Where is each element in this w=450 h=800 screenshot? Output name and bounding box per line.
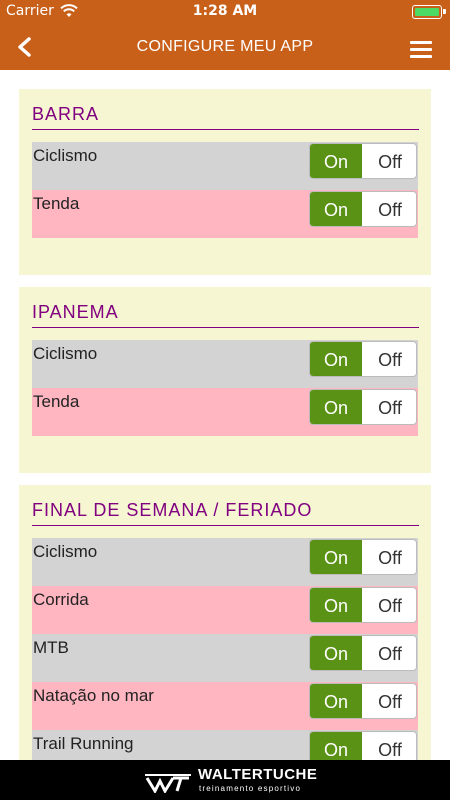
on-button[interactable]: On: [310, 342, 362, 376]
on-button[interactable]: On: [310, 588, 362, 622]
clock: 1:28 AM: [192, 3, 258, 19]
settings-list[interactable]: BARRA Ciclismo On Off Tenda On Off IPANE…: [0, 70, 450, 760]
list-item: Trail Running On Off: [32, 730, 418, 760]
on-off-toggle: On Off: [309, 731, 417, 760]
off-button[interactable]: Off: [362, 636, 416, 670]
on-off-toggle: On Off: [309, 635, 417, 671]
on-off-toggle: On Off: [309, 539, 417, 575]
list-item: Ciclismo On Off: [32, 340, 418, 388]
battery-icon: [412, 5, 446, 19]
section-divider: [32, 525, 419, 526]
list-item: Tenda On Off: [32, 388, 418, 436]
on-off-toggle: On Off: [309, 143, 417, 179]
off-button[interactable]: Off: [362, 144, 416, 178]
on-button[interactable]: On: [310, 390, 362, 424]
section-ipanema: IPANEMA Ciclismo On Off Tenda On Off: [19, 287, 431, 473]
activity-label: MTB: [33, 638, 69, 657]
on-button[interactable]: On: [310, 636, 362, 670]
activity-label: Tenda: [33, 194, 80, 213]
section-final-de-semana: FINAL DE SEMANA / FERIADO Ciclismo On Of…: [19, 485, 431, 760]
on-button[interactable]: On: [310, 540, 362, 574]
activity-label: Corrida: [33, 590, 89, 609]
activity-label: Natação no mar: [33, 686, 154, 705]
on-off-toggle: On Off: [309, 191, 417, 227]
hamburger-menu-icon[interactable]: [410, 41, 432, 59]
on-button[interactable]: On: [310, 684, 362, 718]
on-off-toggle: On Off: [309, 341, 417, 377]
brand-name: WALTERTUCHE: [198, 766, 318, 783]
nav-bar: CONFIGURE MEU APP: [0, 24, 450, 70]
section-title: IPANEMA: [32, 302, 119, 322]
activity-label: Ciclismo: [33, 542, 98, 561]
on-off-toggle: On Off: [309, 683, 417, 719]
on-off-toggle: On Off: [309, 389, 417, 425]
on-button[interactable]: On: [310, 732, 362, 760]
list-item: Ciclismo On Off: [32, 142, 418, 190]
list-item: Natação no mar On Off: [32, 682, 418, 730]
on-button[interactable]: On: [310, 144, 362, 178]
off-button[interactable]: Off: [362, 588, 416, 622]
section-title: BARRA: [32, 104, 100, 124]
off-button[interactable]: Off: [362, 390, 416, 424]
on-off-toggle: On Off: [309, 587, 417, 623]
list-item: MTB On Off: [32, 634, 418, 682]
activity-label: Ciclismo: [33, 344, 98, 363]
footer-brand-bar: WALTERTUCHE treinamento esportivo: [0, 760, 450, 800]
activity-label: Tenda: [33, 392, 80, 411]
on-button[interactable]: On: [310, 192, 362, 226]
off-button[interactable]: Off: [362, 732, 416, 760]
section-divider: [32, 327, 419, 328]
brand-tagline: treinamento esportivo: [199, 784, 302, 793]
off-button[interactable]: Off: [362, 192, 416, 226]
list-item: Tenda On Off: [32, 190, 418, 238]
off-button[interactable]: Off: [362, 684, 416, 718]
waltertuche-logo-icon: [145, 774, 191, 793]
off-button[interactable]: Off: [362, 540, 416, 574]
section-divider: [32, 129, 419, 130]
off-button[interactable]: Off: [362, 342, 416, 376]
section-barra: BARRA Ciclismo On Off Tenda On Off: [19, 89, 431, 275]
section-title: FINAL DE SEMANA / FERIADO: [32, 500, 313, 520]
activity-label: Trail Running: [33, 734, 134, 753]
activity-label: Ciclismo: [33, 146, 98, 165]
status-bar: Carrier 1:28 AM: [0, 0, 450, 24]
list-item: Ciclismo On Off: [32, 538, 418, 586]
page-title: CONFIGURE MEU APP: [136, 38, 314, 55]
list-item: Corrida On Off: [32, 586, 418, 634]
